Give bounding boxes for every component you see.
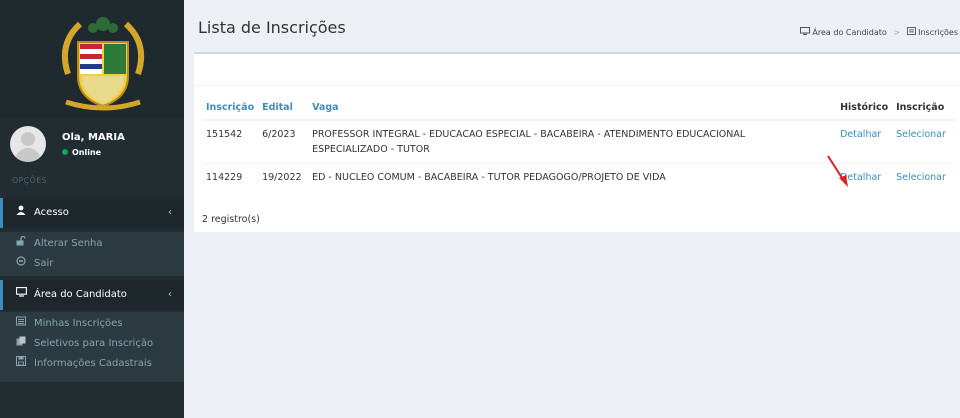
- chevron-left-icon: ‹: [168, 289, 172, 300]
- inscricoes-box: Inscrição Edital Vaga Histórico Inscriçã…: [194, 52, 960, 232]
- sidebar-item-sair[interactable]: Sair: [0, 254, 184, 274]
- user-name: Ola, MARIA: [62, 132, 125, 143]
- copy-icon: [14, 334, 28, 354]
- record-count: 2 registro(s): [202, 214, 260, 225]
- selecionar-link[interactable]: Selecionar: [896, 172, 946, 183]
- monitor-icon: [14, 280, 28, 310]
- menu-acesso[interactable]: Acesso ‹: [0, 198, 184, 228]
- chevron-left-icon: ‹: [168, 207, 172, 218]
- sidebar: Ola, MARIA Online OPÇÕES Acesso ‹ Altera…: [0, 0, 184, 418]
- sidebar-item-informacoes[interactable]: Informações Cadastrais: [0, 354, 184, 374]
- menu-area-candidato[interactable]: Área do Candidato ‹: [0, 280, 184, 310]
- selecionar-link[interactable]: Selecionar: [896, 129, 946, 140]
- col-vaga: Vaga: [308, 94, 837, 121]
- red-arrow-annotation: [827, 155, 848, 187]
- monitor-icon: [799, 27, 813, 37]
- coat-of-arms-icon: [62, 17, 144, 111]
- col-edital: Edital: [258, 94, 309, 121]
- col-inscricao-acao: Inscrição: [892, 94, 954, 121]
- submenu-area-candidato: Minhas Inscrições Seletivos para Inscriç…: [0, 312, 184, 382]
- list-icon: [14, 314, 28, 334]
- online-dot-icon: [62, 149, 68, 155]
- detalhar-link[interactable]: Detalhar: [840, 129, 881, 140]
- logo: [0, 0, 184, 118]
- sidebar-item-minhas-inscricoes[interactable]: Minhas Inscrições: [0, 314, 184, 334]
- section-header: OPÇÕES: [12, 176, 47, 185]
- page-title: Lista de Inscrições: [198, 18, 346, 37]
- main-content: Lista de Inscrições Área do Candidato > …: [184, 0, 960, 418]
- breadcrumb: Área do Candidato > Inscrições: [799, 27, 958, 37]
- power-icon: [14, 254, 28, 274]
- submenu-acesso: Alterar Senha Sair: [0, 232, 184, 276]
- user-status: Online: [62, 148, 101, 157]
- col-historico: Histórico: [836, 94, 893, 121]
- avatar: [10, 126, 46, 162]
- breadcrumb-inscricoes: Inscrições: [918, 28, 958, 37]
- col-inscricao: Inscrição: [202, 94, 259, 121]
- user-panel: Ola, MARIA Online: [0, 124, 184, 168]
- breadcrumb-area-candidato[interactable]: Área do Candidato: [812, 28, 886, 37]
- sidebar-item-alterar-senha[interactable]: Alterar Senha: [0, 234, 184, 254]
- list-icon: [906, 27, 919, 37]
- save-icon: [14, 354, 28, 374]
- unlock-icon: [14, 234, 28, 254]
- user-icon: [14, 198, 28, 228]
- sidebar-item-seletivos[interactable]: Seletivos para Inscrição: [0, 334, 184, 354]
